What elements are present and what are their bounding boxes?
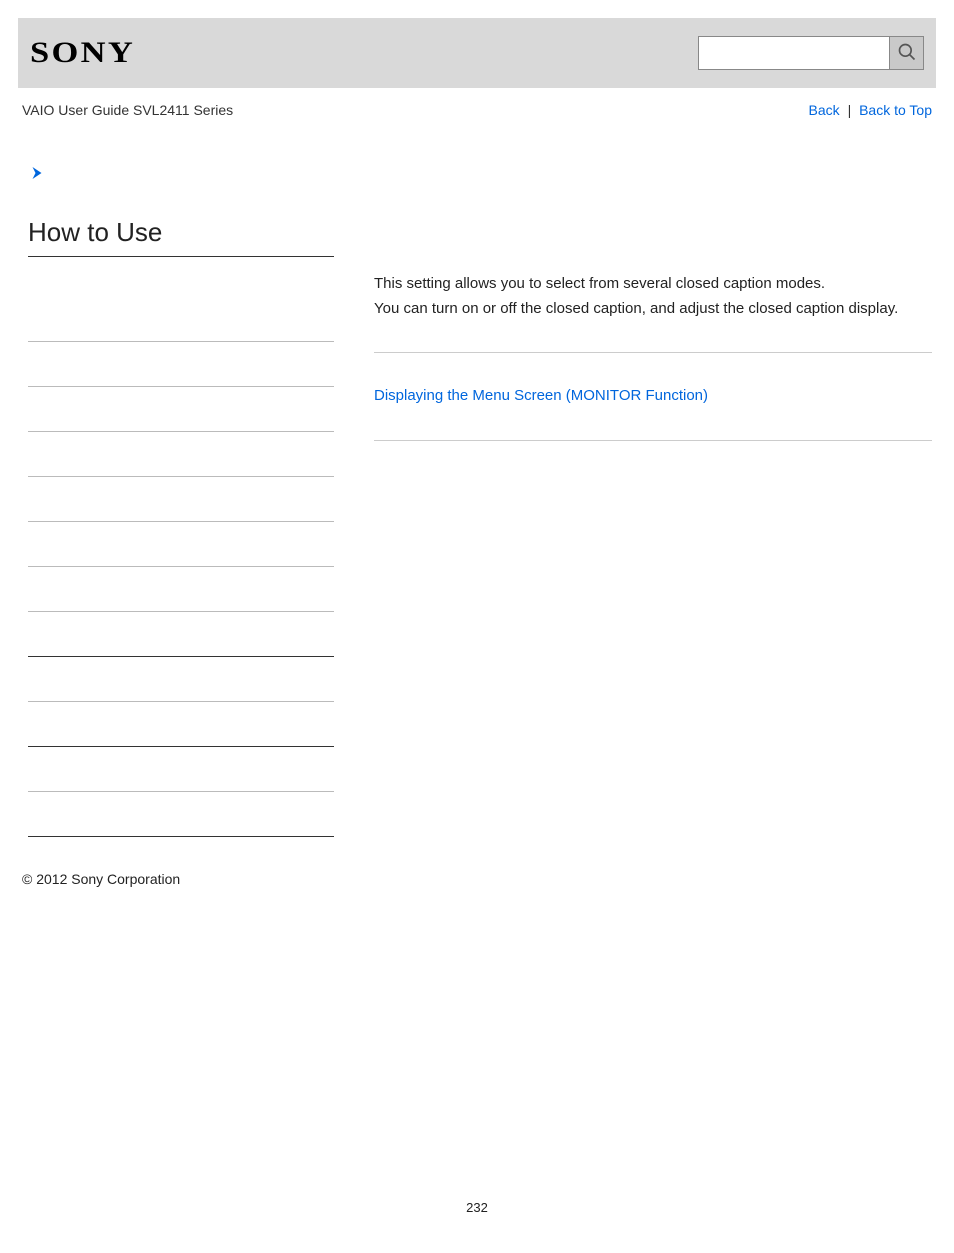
sidebar-title: How to Use: [28, 217, 334, 257]
sidebar-item[interactable]: [28, 387, 334, 432]
sidebar-item[interactable]: [28, 612, 334, 657]
sidebar-item[interactable]: [28, 477, 334, 522]
sidebar: How to Use: [28, 217, 334, 837]
sidebar-item[interactable]: [28, 432, 334, 477]
sidebar-item[interactable]: [28, 792, 334, 837]
paragraph: This setting allows you to select from s…: [374, 273, 932, 296]
back-to-top-link[interactable]: Back to Top: [859, 102, 932, 118]
guide-title: VAIO User Guide SVL2411 Series: [22, 102, 233, 118]
paragraph: You can turn on or off the closed captio…: [374, 298, 932, 321]
header-bar: SONY: [18, 18, 936, 88]
separator: |: [848, 102, 852, 118]
search-group: [698, 36, 924, 70]
content-columns: How to Use This setting allows you to se…: [28, 217, 932, 837]
sidebar-item[interactable]: [28, 522, 334, 567]
chevron-right-icon: [28, 169, 46, 186]
sidebar-item[interactable]: [28, 297, 334, 342]
sidebar-item[interactable]: [28, 567, 334, 612]
related-topic-link[interactable]: Displaying the Menu Screen (MONITOR Func…: [374, 387, 708, 404]
breadcrumb-arrow[interactable]: [28, 164, 954, 187]
search-icon: [897, 42, 917, 65]
sidebar-item[interactable]: [28, 702, 334, 747]
sony-logo: SONY: [30, 36, 135, 70]
back-link[interactable]: Back: [809, 102, 840, 118]
divider: [374, 352, 932, 353]
search-button[interactable]: [889, 37, 923, 69]
divider: [374, 440, 932, 441]
sidebar-item[interactable]: [28, 747, 334, 792]
main-content: This setting allows you to select from s…: [334, 217, 932, 837]
subheader: VAIO User Guide SVL2411 Series Back | Ba…: [22, 102, 932, 118]
nav-links: Back | Back to Top: [809, 102, 932, 118]
search-input[interactable]: [699, 37, 889, 69]
sidebar-item[interactable]: [28, 342, 334, 387]
sidebar-item[interactable]: [28, 657, 334, 702]
copyright: © 2012 Sony Corporation: [22, 871, 954, 887]
page-number: 232: [0, 1200, 954, 1215]
